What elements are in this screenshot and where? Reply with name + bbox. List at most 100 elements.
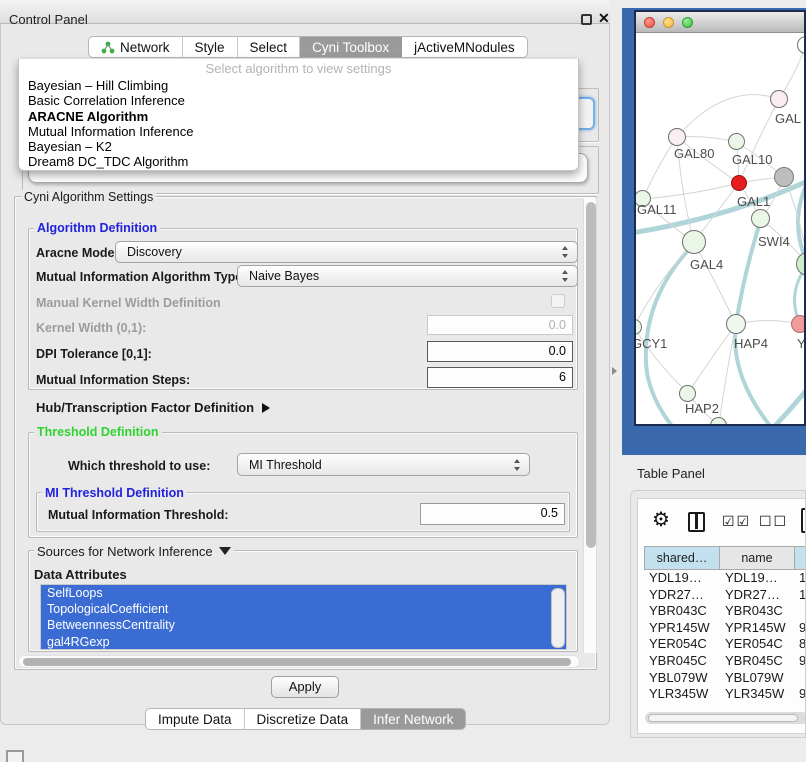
column-header-shared-name[interactable]: shared… <box>644 546 720 570</box>
unchecked-pair-icon[interactable]: ☐☐ <box>759 513 788 530</box>
network-window-titlebar[interactable] <box>636 12 804 33</box>
kernel-width-label: Kernel Width (0,1): <box>36 321 146 335</box>
splitter-collapse-arrow[interactable] <box>612 367 617 375</box>
node-label-gal80: GAL80 <box>674 146 714 161</box>
attribute-item-selected[interactable]: TopologicalCoefficient <box>41 601 566 617</box>
algorithm-dropdown-list: Select algorithm to view settings Bayesi… <box>18 59 579 171</box>
table-row[interactable]: YBL079WYBL079W <box>644 670 806 687</box>
table-row[interactable]: YER054CYER054C8. <box>644 636 806 653</box>
kernel-width-field[interactable]: 0.0 <box>427 315 573 335</box>
tab-infer-network[interactable]: Infer Network <box>361 709 465 729</box>
dropdown-item[interactable]: Basic Correlation Inference <box>19 93 578 108</box>
column-header-partial[interactable]: A <box>794 546 806 570</box>
float-panel-icon[interactable] <box>581 14 592 25</box>
dropdown-item[interactable]: Bayesian – K2 <box>19 139 578 154</box>
control-panel-title: Control Panel <box>9 12 88 27</box>
checked-pair-icon[interactable]: ☑☑ <box>722 513 751 530</box>
mi-algorithm-type-combobox[interactable]: Naive Bayes <box>237 265 578 287</box>
gear-icon[interactable]: ⚙ <box>652 507 670 532</box>
cell-shared-name: YBR043C <box>649 603 721 620</box>
mi-threshold-field[interactable]: 0.5 <box>420 503 565 525</box>
table-row[interactable]: YDR27…YDR27…12 <box>644 587 806 604</box>
node-label-swi4: SWI4 <box>758 234 790 249</box>
attribute-item-selected[interactable]: SelfLoops <box>41 585 566 601</box>
column-split-icon[interactable] <box>688 512 705 532</box>
network-window[interactable]: GAL GAL80 GAL10 GAL1 GAL11 GAL4 SWI4 GCY… <box>634 10 806 426</box>
sources-toggle[interactable]: Sources for Network Inference <box>34 544 234 559</box>
table-row[interactable]: YIL052CYIL052C9 <box>644 703 806 706</box>
tab-network-label: Network <box>120 40 170 55</box>
network-node[interactable] <box>770 90 788 108</box>
which-threshold-combobox[interactable]: MI Threshold <box>237 453 530 476</box>
table-body: YDL19…YDL19…13 YDR27…YDR27…12 YBR043CYBR… <box>644 570 806 706</box>
network-canvas[interactable]: GAL GAL80 GAL10 GAL1 GAL11 GAL4 SWI4 GCY… <box>636 33 804 424</box>
dpi-tolerance-field[interactable]: 0.0 <box>427 341 573 362</box>
tab-cyni-toolbox[interactable]: Cyni Toolbox <box>300 37 402 57</box>
data-attributes-label: Data Attributes <box>34 567 127 582</box>
threshold-definition-title: Threshold Definition <box>34 425 162 439</box>
dropdown-item[interactable]: Dream8 DC_TDC Algorithm <box>19 154 578 169</box>
node-label-gal11: GAL11 <box>637 202 677 217</box>
network-node-hap2[interactable] <box>679 385 696 402</box>
collapsed-arrow-icon <box>262 403 270 413</box>
algorithm-dropdown-placeholder: Select algorithm to view settings <box>19 59 578 78</box>
table-horizontal-scrollbar-thumb[interactable] <box>648 714 798 722</box>
settings-vertical-scrollbar-thumb[interactable] <box>586 202 596 548</box>
tab-discretize-data-label: Discretize Data <box>257 712 349 727</box>
close-traffic-light-icon[interactable] <box>644 17 655 28</box>
settings-horizontal-scrollbar[interactable] <box>18 655 580 668</box>
network-node-gal1[interactable] <box>731 175 747 191</box>
attribute-list-scrollbar[interactable] <box>551 588 565 648</box>
tab-impute-data[interactable]: Impute Data <box>146 709 245 729</box>
dropdown-item[interactable]: Bayesian – Hill Climbing <box>19 78 578 93</box>
manual-kernel-width-checkbox[interactable] <box>551 294 565 308</box>
table-horizontal-scrollbar[interactable] <box>645 712 806 724</box>
tab-style[interactable]: Style <box>183 37 238 57</box>
aracne-mode-label: Aracne Mode: <box>36 246 119 260</box>
network-node-salmon[interactable] <box>791 315 804 333</box>
minimize-traffic-light-icon[interactable] <box>663 17 674 28</box>
mi-algorithm-type-label: Mutual Information Algorithm Type: <box>36 270 246 284</box>
cell-shared-name: YBR045C <box>649 653 721 670</box>
manual-kernel-width-label: Manual Kernel Width Definition <box>36 296 221 310</box>
dropdown-item[interactable]: Mutual Information Inference <box>19 124 578 139</box>
aracne-mode-combobox[interactable]: Discovery <box>115 241 578 263</box>
which-threshold-label: Which threshold to use: <box>68 459 210 473</box>
table-row[interactable]: YBR043CYBR043C <box>644 603 806 620</box>
settings-horizontal-scrollbar-thumb[interactable] <box>23 658 571 666</box>
network-node-gal10[interactable] <box>728 133 745 150</box>
tab-discretize-data[interactable]: Discretize Data <box>245 709 362 729</box>
dpi-tolerance-label: DPI Tolerance [0,1]: <box>36 347 152 361</box>
settings-vertical-scrollbar[interactable] <box>583 198 597 653</box>
cell-name: YDR27… <box>725 587 797 604</box>
hub-definition-toggle[interactable]: Hub/Transcription Factor Definition <box>36 400 270 415</box>
close-icon[interactable]: ✕ <box>598 10 610 27</box>
table-row[interactable]: YLR345WYLR345W9. <box>644 686 806 703</box>
dropdown-item-selected[interactable]: ARACNE Algorithm <box>19 109 578 124</box>
zoom-traffic-light-icon[interactable] <box>682 17 693 28</box>
network-node-gal4[interactable] <box>682 230 706 254</box>
cyni-algorithm-settings-title: Cyni Algorithm Settings <box>21 190 156 204</box>
tab-network[interactable]: Network <box>89 37 183 57</box>
table-row[interactable]: YDL19…YDL19…13 <box>644 570 806 587</box>
attribute-item-selected[interactable]: gal4RGexp <box>41 634 566 650</box>
network-node[interactable] <box>751 209 770 228</box>
tab-jactivemnodules[interactable]: jActiveMNodules <box>402 37 527 57</box>
cell-shared-name: YPR145W <box>649 620 721 637</box>
tab-select[interactable]: Select <box>238 37 301 57</box>
data-attributes-list: SelfLoops TopologicalCoefficient Between… <box>40 584 567 650</box>
table-row[interactable]: YPR145WYPR145W9. <box>644 620 806 637</box>
cell-name: YBL079W <box>725 670 797 687</box>
network-node-gal80[interactable] <box>668 128 686 146</box>
column-header-name[interactable]: name <box>719 546 795 570</box>
mi-steps-field[interactable]: 6 <box>427 367 573 388</box>
network-node-gray[interactable] <box>774 167 794 187</box>
tab-infer-network-label: Infer Network <box>373 712 453 727</box>
network-node-hap4[interactable] <box>726 314 746 334</box>
table-row[interactable]: YBR045CYBR045C9. <box>644 653 806 670</box>
sources-title: Sources for Network Inference <box>37 544 213 559</box>
attribute-item-selected[interactable]: BetweennessCentrality <box>41 617 566 633</box>
document-icon[interactable] <box>801 508 806 533</box>
minimized-panel-icon[interactable] <box>6 750 24 762</box>
apply-button[interactable]: Apply <box>271 676 339 698</box>
